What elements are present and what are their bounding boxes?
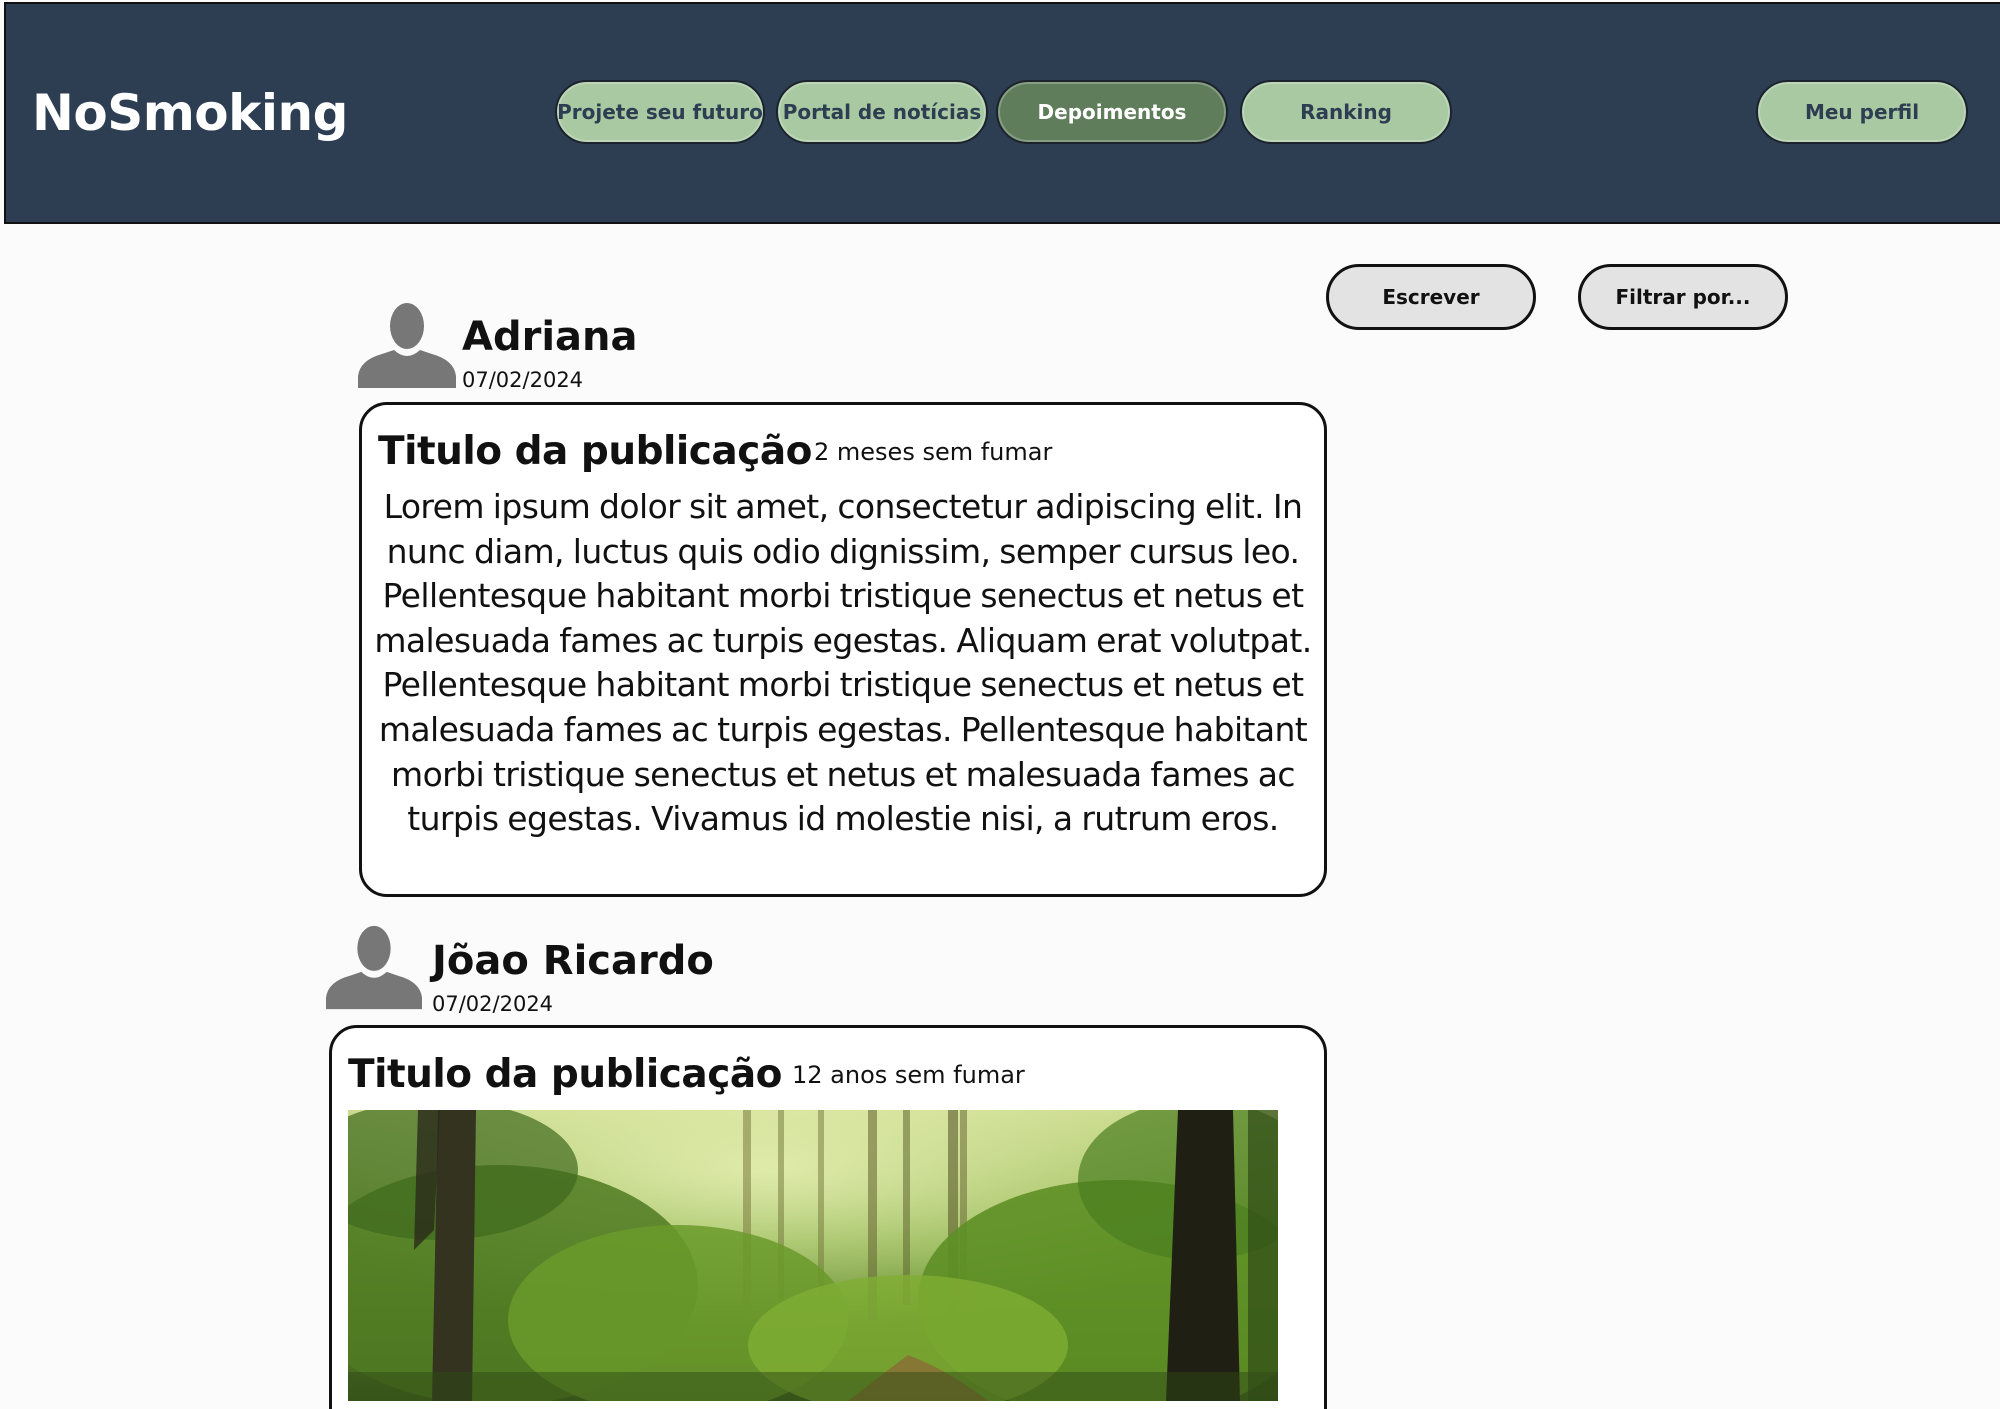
post-title: Titulo da publicação (348, 1052, 782, 1097)
post-date: 07/02/2024 (462, 368, 584, 392)
post-card[interactable]: Titulo da publicação 12 anos sem fumar (329, 1025, 1327, 1409)
post-author-name[interactable]: Jõao Ricardo (432, 938, 714, 984)
post-forest-image[interactable] (348, 1110, 1278, 1401)
write-button[interactable]: Escrever (1326, 264, 1536, 330)
profile-button[interactable]: Meu perfil (1756, 80, 1968, 144)
nav-projete-seu-futuro[interactable]: Projete seu futuro (555, 80, 765, 144)
post-title: Titulo da publicação (378, 429, 812, 474)
post-body-text: Lorem ipsum dolor sit amet, consectetur … (374, 487, 1312, 839)
nav-depoimentos[interactable]: Depoimentos (996, 80, 1228, 144)
post-smoke-free-duration: 2 meses sem fumar (814, 438, 1053, 466)
post-smoke-free-duration: 12 anos sem fumar (792, 1061, 1025, 1089)
user-avatar-icon (326, 925, 422, 1010)
forest-photo-image (348, 1110, 1278, 1401)
post-author-name[interactable]: Adriana (462, 314, 638, 360)
post-card[interactable]: Titulo da publicação 2 meses sem fumar L… (359, 402, 1327, 897)
nav-portal-de-noticias[interactable]: Portal de notícias (776, 80, 988, 144)
post-date: 07/02/2024 (432, 992, 554, 1016)
app-logo[interactable]: NoSmoking (32, 84, 348, 142)
top-navbar: NoSmoking Projete seu futuro Portal de n… (4, 2, 2000, 224)
filter-button[interactable]: Filtrar por... (1578, 264, 1788, 330)
user-avatar-icon (358, 303, 456, 388)
nav-ranking[interactable]: Ranking (1240, 80, 1452, 144)
